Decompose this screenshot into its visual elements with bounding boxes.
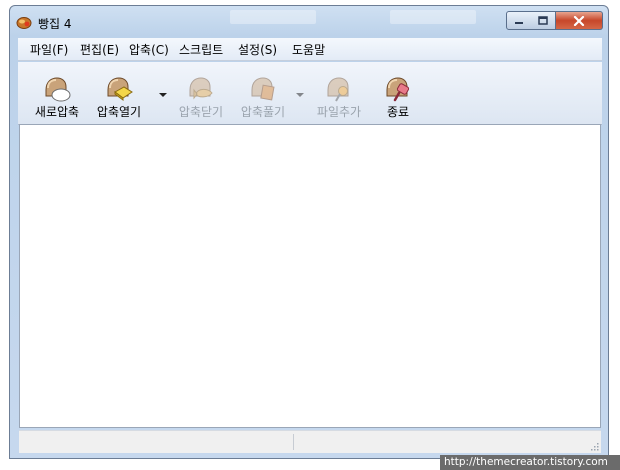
app-window: 빵집 4 파일(F) 편집(E) 압축(C) 스크립트 설정(S) 도움말 새로… [9, 5, 609, 459]
window-title: 빵집 4 [38, 17, 72, 31]
extract-dropdown-arrow[interactable] [296, 92, 304, 98]
minimize-icon [515, 21, 523, 24]
menu-settings[interactable]: 설정(S) [238, 41, 277, 58]
background-blur [390, 10, 476, 24]
menu-help[interactable]: 도움말 [292, 41, 325, 58]
menu-edit[interactable]: 편집(E) [80, 41, 119, 58]
archive-file-list[interactable] [19, 124, 601, 428]
tool-label: 압축닫기 [178, 105, 224, 119]
toolbar: 새로압축 압축열기 압축닫기 압축풀기 파일추가 종료 [18, 62, 602, 125]
new-archive-icon [45, 77, 71, 102]
close-icon [573, 15, 585, 26]
menu-file[interactable]: 파일(F) [30, 41, 68, 58]
maximize-button[interactable] [531, 11, 556, 30]
close-archive-button[interactable]: 압축닫기 [172, 62, 230, 122]
title-bar[interactable]: 빵집 4 [10, 6, 608, 36]
add-file-icon [327, 77, 349, 102]
close-button[interactable] [556, 11, 603, 30]
status-bar [19, 430, 601, 453]
background-blur [230, 10, 316, 24]
open-archive-icon [107, 77, 133, 101]
status-divider [293, 434, 294, 450]
new-archive-button[interactable]: 새로압축 [28, 62, 86, 122]
tool-label: 종료 [386, 105, 410, 119]
extract-icon [251, 77, 275, 101]
maximize-icon [538, 16, 548, 25]
add-file-button[interactable]: 파일추가 [310, 62, 368, 122]
tool-label: 압축풀기 [240, 105, 286, 119]
close-archive-icon [189, 77, 213, 100]
watermark-url: http://themecreator.tistory.com [440, 455, 620, 470]
open-archive-dropdown-arrow[interactable] [159, 92, 167, 98]
tool-label: 새로압축 [34, 105, 80, 119]
menu-script[interactable]: 스크립트 [179, 41, 223, 58]
tool-label: 압축열기 [96, 105, 142, 119]
menu-compress[interactable]: 압축(C) [129, 41, 169, 58]
tool-label: 파일추가 [316, 105, 362, 119]
menu-bar: 파일(F) 편집(E) 압축(C) 스크립트 설정(S) 도움말 [18, 38, 602, 61]
bread-app-icon [16, 17, 32, 29]
minimize-button[interactable] [506, 11, 532, 30]
exit-button[interactable]: 종료 [370, 62, 426, 122]
extract-button[interactable]: 압축풀기 [234, 62, 292, 122]
exit-icon [386, 77, 410, 102]
resize-grip-icon[interactable] [589, 441, 599, 451]
open-archive-button[interactable]: 압축열기 [90, 62, 148, 122]
